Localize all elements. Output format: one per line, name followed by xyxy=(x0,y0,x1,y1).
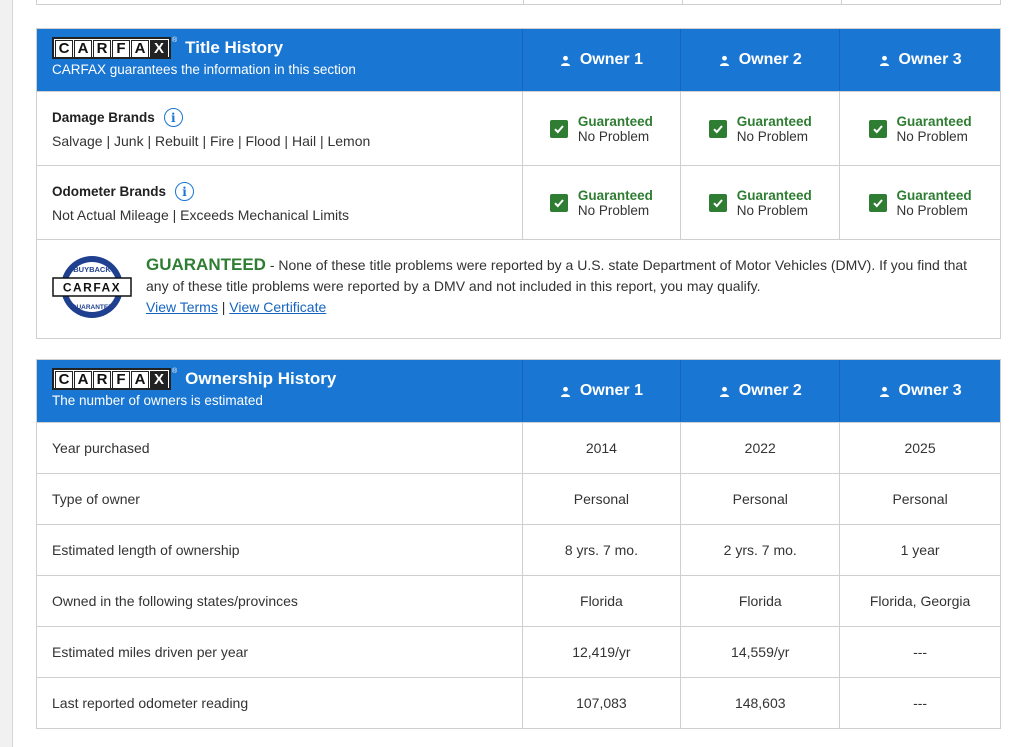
cell-value: Personal xyxy=(892,491,948,507)
row-label: Estimated miles driven per year xyxy=(37,627,523,677)
cell-value: 107,083 xyxy=(523,678,682,728)
table-row: Type of owner Personal Personal Personal xyxy=(37,473,1000,524)
guarantee-text: GUARANTEED - None of these title problem… xyxy=(146,255,968,315)
carfax-logo: CARFAX xyxy=(52,37,171,59)
guarantee-notice: CARFAX BUYBACK GUARANTEE GUARANTEED - No… xyxy=(37,239,1000,338)
table-row: Estimated length of ownership 8 yrs. 7 m… xyxy=(37,524,1000,575)
view-terms-link[interactable]: View Terms xyxy=(146,299,218,315)
status-cell: Guaranteed No Problem xyxy=(549,188,653,218)
person-icon xyxy=(560,55,570,66)
row-label: Owned in the following states/provinces xyxy=(37,576,523,626)
cell-value: Florida, Georgia xyxy=(869,593,971,609)
person-icon xyxy=(560,386,570,397)
section-subtitle: CARFAX guarantees the information in thi… xyxy=(52,62,356,77)
section-subtitle: The number of owners is estimated xyxy=(52,393,263,408)
status-cell: Guaranteed No Problem xyxy=(868,188,972,218)
title-history-header: CARFAX ® Title History CARFAX guarantees… xyxy=(37,29,1000,91)
table-row: Estimated miles driven per year 12,419/y… xyxy=(37,626,1000,677)
cell-value: 2014 xyxy=(523,423,682,473)
cell-value: 2022 xyxy=(681,423,841,473)
section-title: Ownership History xyxy=(185,369,337,388)
owner-2-header: Owner 2 xyxy=(681,29,841,91)
section-title: Title History xyxy=(185,38,284,57)
cell-value: --- xyxy=(913,644,928,660)
view-certificate-link[interactable]: View Certificate xyxy=(229,299,326,315)
info-icon[interactable]: i xyxy=(163,108,183,127)
ownership-history-header: CARFAX ® Ownership History The number of… xyxy=(37,360,1000,422)
status-cell: Guaranteed No Problem xyxy=(868,114,972,144)
row-label: Last reported odometer reading xyxy=(37,678,523,728)
person-icon xyxy=(719,55,729,66)
status-cell: Guaranteed No Problem xyxy=(549,114,653,144)
owner-1-header: Owner 1 xyxy=(523,29,682,91)
checkbox-checked-icon xyxy=(708,193,727,212)
table-row: Owned in the following states/provinces … xyxy=(37,575,1000,626)
svg-text:GUARANTEE: GUARANTEE xyxy=(71,304,113,311)
svg-text:BUYBACK: BUYBACK xyxy=(73,265,111,274)
status-cell: Guaranteed No Problem xyxy=(708,114,812,144)
cell-value: 148,603 xyxy=(681,678,841,728)
person-icon xyxy=(879,55,889,66)
table-row: Last reported odometer reading 107,083 1… xyxy=(37,677,1000,728)
owner-3-header: Owner 3 xyxy=(840,29,1000,91)
checkbox-checked-icon xyxy=(708,119,727,138)
cell-value: 2 yrs. 7 mo. xyxy=(681,525,841,575)
checkbox-checked-icon xyxy=(549,119,568,138)
carfax-logo: CARFAX xyxy=(52,368,171,390)
title-history-card: CARFAX ® Title History CARFAX guarantees… xyxy=(36,28,1001,339)
damage-brands-row: Damage Brands i Salvage | Junk | Rebuilt… xyxy=(37,91,1000,165)
checkbox-checked-icon xyxy=(549,193,568,212)
cell-value: Florida xyxy=(681,576,841,626)
odometer-brands-list: Not Actual Mileage | Exceeds Mechanical … xyxy=(52,207,349,223)
cell-value: Florida xyxy=(523,576,682,626)
odometer-brands-row: Odometer Brands i Not Actual Mileage | E… xyxy=(37,165,1000,239)
cell-value: 8 yrs. 7 mo. xyxy=(523,525,682,575)
info-icon[interactable]: i xyxy=(175,182,195,201)
cell-value: 1 year xyxy=(900,542,940,558)
owner-2-header: Owner 2 xyxy=(681,360,841,422)
page-left-rail xyxy=(0,0,13,747)
person-icon xyxy=(879,386,889,397)
damage-brands-label: Damage Brands i xyxy=(52,108,522,127)
row-label: Estimated length of ownership xyxy=(37,525,523,575)
checkbox-checked-icon xyxy=(868,119,887,138)
row-label: Type of owner xyxy=(37,474,523,524)
buyback-guarantee-seal-icon: CARFAX BUYBACK GUARANTEE xyxy=(52,256,132,318)
status-cell: Guaranteed No Problem xyxy=(708,188,812,218)
ownership-history-card: CARFAX ® Ownership History The number of… xyxy=(36,359,1001,729)
odometer-brands-label: Odometer Brands i xyxy=(52,182,522,201)
table-row: Year purchased 2014 2022 2025 xyxy=(37,422,1000,473)
cell-value: 2025 xyxy=(904,440,936,456)
cell-value: Personal xyxy=(681,474,841,524)
row-label: Year purchased xyxy=(37,423,523,473)
damage-brands-list: Salvage | Junk | Rebuilt | Fire | Flood … xyxy=(52,133,371,149)
owner-3-header: Owner 3 xyxy=(840,360,1000,422)
cell-value: 14,559/yr xyxy=(681,627,841,677)
owner-1-header: Owner 1 xyxy=(523,360,682,422)
cell-value: --- xyxy=(913,695,928,711)
person-icon xyxy=(719,386,729,397)
cell-value: Personal xyxy=(523,474,682,524)
cell-value: 12,419/yr xyxy=(523,627,682,677)
svg-text:CARFAX: CARFAX xyxy=(63,281,121,295)
checkbox-checked-icon xyxy=(868,193,887,212)
previous-table-bottom xyxy=(36,0,1001,5)
